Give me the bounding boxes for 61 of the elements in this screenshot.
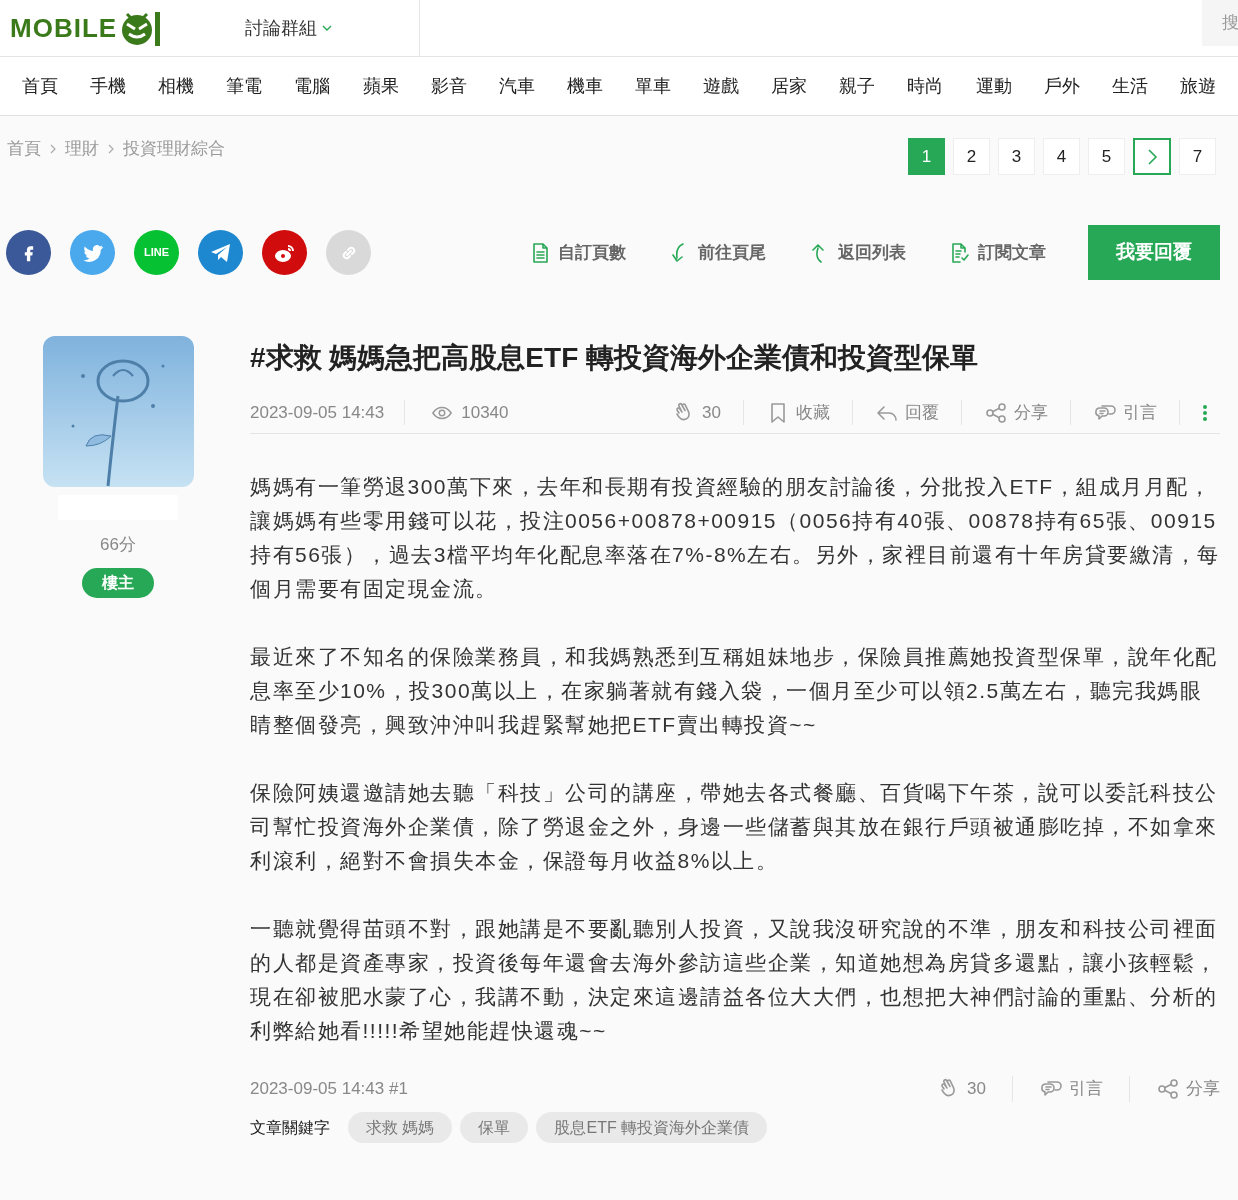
nav-link[interactable]: 單車 xyxy=(635,72,671,100)
share-icon xyxy=(984,400,1008,425)
forum-dropdown[interactable]: 討論群組 xyxy=(245,14,334,42)
nav-link[interactable]: 蘋果 xyxy=(362,72,399,100)
post-meta: 2023-09-05 14:43 #1 xyxy=(250,1078,408,1100)
post-action-button[interactable]: 30 xyxy=(650,399,744,426)
nav-link[interactable]: 相機 xyxy=(158,72,195,100)
toolbar-button[interactable]: 自訂頁數 xyxy=(528,239,626,266)
twitter-button[interactable] xyxy=(70,230,115,275)
toolbar-button[interactable]: 返回列表 xyxy=(808,239,906,266)
toolbar-button[interactable]: 前往頁尾 xyxy=(668,239,766,266)
page-button[interactable]: 2 xyxy=(953,138,990,175)
post-paragraph: 一聽就覺得苗頭不對，跟她講是不要亂聽別人投資，又說我沒研究說的不準，朋友和科技公司裡面的人都是資產專家，投資後每年還會去海外參訪這些企業，知道她想為房貸多還點，讓小孩輕鬆，現在卻被肥水蒙了心，我講不動，決定來這邊請益各位大大們，也想把大神們討論的重點、分析的利弊給她看!!!!!希望她能趕快還魂~~ xyxy=(250,916,1219,1044)
chevron-right-icon xyxy=(106,142,116,155)
nav-link[interactable]: 運動 xyxy=(975,72,1012,100)
page-button[interactable]: 5 xyxy=(1088,138,1125,175)
nav-link[interactable]: 電腦 xyxy=(294,72,331,100)
nav-link[interactable]: 首頁 xyxy=(22,72,58,100)
post-action-button[interactable]: 收藏 xyxy=(744,399,853,426)
post-action-button[interactable]: 回覆 xyxy=(853,399,962,426)
nav-link[interactable]: 影音 xyxy=(430,72,467,100)
post-action-button[interactable]: 引言 xyxy=(1013,1076,1130,1102)
post-action-button[interactable]: 30 xyxy=(911,1076,1013,1102)
keywords-label: 文章關鍵字 xyxy=(250,1117,330,1138)
member-score: 66分 xyxy=(100,534,136,556)
page-button[interactable]: 7 xyxy=(1179,138,1216,175)
post-paragraph: 保險阿姨還邀請她去聽「科技」公司的講座，帶她去各式餐廳、百貨喝下午茶，說可以委託科技公司幫忙投資海外企業債，除了勞退金之外，身邊一些儲蓄與其放在銀行戶頭被通膨吃掉，不如拿來利滾利，絕對不會損失本金，保證每月收益8%以上。 xyxy=(250,780,1219,874)
keyword-tag[interactable]: 求救 媽媽 xyxy=(348,1111,453,1143)
nav-link[interactable]: 親子 xyxy=(839,72,876,100)
nav-link[interactable]: 遊戲 xyxy=(703,72,740,100)
facebook-button[interactable] xyxy=(6,230,51,275)
nav-link[interactable]: 生活 xyxy=(1111,72,1148,100)
site-logo[interactable]: MOBILE xyxy=(10,8,166,48)
keyword-tag[interactable]: 股息ETF 轉投資海外企業債 xyxy=(536,1111,768,1143)
op-badge: 樓主 xyxy=(82,567,154,598)
page-button[interactable]: 4 xyxy=(1043,138,1080,175)
weibo-button[interactable] xyxy=(262,230,307,275)
nav-link[interactable]: 旅遊 xyxy=(1179,72,1216,100)
keyword-tag[interactable]: 保單 xyxy=(460,1111,529,1143)
post-paragraph: 最近來了不知名的保險業務員，和我媽熟悉到互稱姐妹地步，保險員推薦她投資型保單，說年化配息率至少10%，投300萬以上，在家躺著就有錢入袋，一個月至少可以領2.5萬左右，聽完我媽眼睛整個發亮，興致沖沖叫我趕緊幫她把ETF賣出轉投資~~ xyxy=(250,644,1219,738)
toolbar-button[interactable]: 訂閱文章 xyxy=(948,239,1046,266)
nav-link[interactable]: 手機 xyxy=(90,72,127,100)
nav-link[interactable]: 汽車 xyxy=(498,72,535,100)
post-action-button[interactable]: 分享 xyxy=(1130,1076,1220,1102)
nav-link[interactable]: 居家 xyxy=(771,72,808,100)
nav-link[interactable]: 機車 xyxy=(566,72,603,100)
chevron-right-icon xyxy=(48,142,58,155)
post-paragraph: 媽媽有一筆勞退300萬下來，去年和長期有投資經驗的朋友討論後，分批投入ETF，組成月月配，讓媽媽有些零用錢可以花，投注0056+00878+00915（0056持有40張、00878持有65張、00915持有56張），過去3檔平均年化配息率落在7%-8%左右。另外，家裡目前還有十年房貸要繳清，每個月需要有固定現金流。 xyxy=(250,474,1220,602)
nav-link[interactable]: 時尚 xyxy=(907,72,944,100)
post-title: #求救 媽媽急把高股息ETF 轉投資海外企業債和投資型保單 xyxy=(250,341,979,375)
telegram-button[interactable] xyxy=(198,230,243,275)
share-icon xyxy=(1156,1076,1180,1101)
page-button[interactable]: 3 xyxy=(998,138,1035,175)
view-count: 10340 xyxy=(461,401,509,424)
post-date: 2023-09-05 14:43 xyxy=(250,399,406,426)
nav-link[interactable]: 戶外 xyxy=(1043,72,1080,100)
nav-link[interactable]: 筆電 xyxy=(226,72,263,100)
more-icon xyxy=(1202,403,1208,422)
post-action-button[interactable]: 分享 xyxy=(962,399,1071,426)
post-action-button[interactable]: 引言 xyxy=(1071,399,1180,426)
next-page-button[interactable] xyxy=(1133,138,1171,175)
